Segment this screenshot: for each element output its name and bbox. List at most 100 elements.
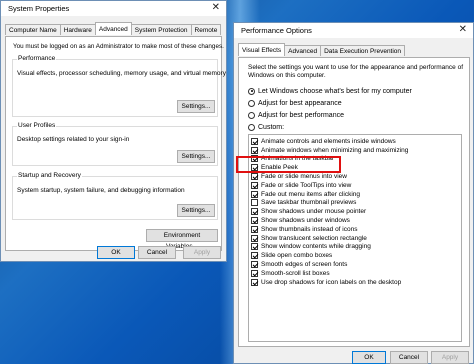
effect-checkbox[interactable] [251,252,258,260]
effect-label: Use drop shadows for icon labels on the … [261,278,402,286]
radio-best-appearance[interactable]: Adjust for best appearance [248,98,342,108]
performance-options-body: Visual Effects Advanced Data Execution P… [234,38,473,364]
effect-checkbox[interactable] [251,269,258,277]
effect-checkbox[interactable] [251,243,258,251]
tab-system-protection[interactable]: System Protection [130,24,192,35]
effect-label: Slide open combo boxes [261,252,333,260]
tab-hardware[interactable]: Hardware [59,24,96,35]
effect-label: Show shadows under mouse pointer [261,208,367,216]
radio-label: Let Windows choose what's best for my co… [258,87,412,95]
effect-item[interactable]: Fade or slide ToolTips into view [251,181,351,190]
radio-label: Adjust for best performance [258,111,344,119]
effect-checkbox[interactable] [251,199,258,207]
effect-label: Smooth edges of screen fonts [261,260,348,268]
effect-label: Fade or slide ToolTips into view [261,181,352,189]
radio-best-performance[interactable]: Adjust for best performance [248,110,344,120]
ok-button[interactable]: OK [352,351,386,364]
cancel-button[interactable]: Cancel [138,246,176,259]
startup-recovery-group-title: Startup and Recovery [17,172,82,179]
radio-custom[interactable]: Custom: [248,122,284,132]
effect-checkbox[interactable] [251,137,258,145]
performance-options-tabs: Visual Effects Advanced Data Execution P… [238,43,406,57]
system-properties-titlebar: System Properties ✕ [1,1,226,16]
effect-label: Smooth-scroll list boxes [261,269,330,277]
user-profiles-group: User Profiles Desktop settings related t… [12,122,218,166]
radio-button[interactable] [248,99,255,107]
performance-desc: Visual effects, processor scheduling, me… [17,70,226,77]
effect-item[interactable]: Animate controls and elements inside win… [251,137,396,146]
effect-checkbox[interactable] [251,172,258,180]
performance-options-titlebar: Performance Options ✕ [234,23,473,38]
intro-line-1: Select the settings you want to use for … [248,64,463,79]
tab-computer-name[interactable]: Computer Name [5,24,61,35]
effect-checkbox[interactable] [251,181,258,189]
window-title: Performance Options [241,26,312,35]
effect-label: Show shadows under windows [261,216,350,224]
system-properties-tabs: Computer Name Hardware Advanced System P… [5,22,222,36]
apply-button[interactable]: Apply [431,351,469,364]
system-properties-body: Computer Name Hardware Advanced System P… [1,16,226,261]
radio-label: Adjust for best appearance [258,99,342,107]
effect-item[interactable]: Fade or slide menus into view [251,172,347,181]
visual-effects-panel: Select the settings you want to use for … [238,57,470,347]
effect-item[interactable]: Show shadows under windows [251,216,350,225]
ok-button[interactable]: OK [97,246,135,259]
effect-item[interactable]: Show shadows under mouse pointer [251,207,366,216]
tab-advanced[interactable]: Advanced [94,22,132,35]
close-icon[interactable]: ✕ [212,2,220,13]
effect-item[interactable]: Smooth edges of screen fonts [251,260,347,269]
effect-checkbox[interactable] [251,190,258,198]
effect-checkbox[interactable] [251,260,258,268]
performance-settings-button[interactable]: Settings... [177,100,215,113]
tab-remote[interactable]: Remote [190,24,222,35]
effect-item[interactable]: Animate windows when minimizing and maxi… [251,146,408,155]
apply-button[interactable]: Apply [183,246,221,259]
effect-checkbox[interactable] [251,234,258,242]
effect-item[interactable]: Fade out menu items after clicking [251,190,360,199]
effect-item[interactable]: Slide open combo boxes [251,251,332,260]
effect-label: Show thumbnails instead of icons [261,225,358,233]
close-icon[interactable]: ✕ [459,24,467,35]
startup-recovery-group: Startup and Recovery System startup, sys… [12,172,218,220]
performance-group: Performance Visual effects, processor sc… [12,55,226,117]
user-profiles-desc: Desktop settings related to your sign-in [17,136,130,143]
window-title: System Properties [8,4,70,13]
effect-item[interactable]: Save taskbar thumbnail previews [251,199,356,208]
effect-item[interactable]: Use drop shadows for icon labels on the … [251,278,401,287]
performance-group-title: Performance [17,55,57,62]
effect-checkbox[interactable] [251,208,258,216]
tab-advanced[interactable]: Advanced [284,45,322,56]
effect-label: Fade out menu items after clicking [261,190,360,198]
radio-button[interactable] [248,87,255,95]
radio-let-windows-choose[interactable]: Let Windows choose what's best for my co… [248,86,412,96]
effect-checkbox[interactable] [251,278,258,286]
user-profiles-settings-button[interactable]: Settings... [177,150,215,163]
admin-note: You must be logged on as an Administrato… [13,43,224,50]
radio-button[interactable] [248,111,255,119]
radio-label: Custom: [258,123,285,131]
startup-recovery-settings-button[interactable]: Settings... [177,204,215,217]
effect-item[interactable]: Show translucent selection rectangle [251,234,367,243]
effect-item[interactable]: Smooth-scroll list boxes [251,269,330,278]
effect-checkbox[interactable] [251,146,258,154]
startup-recovery-desc: System startup, system failure, and debu… [17,187,185,194]
effect-label: Animate windows when minimizing and maxi… [261,146,409,154]
radio-button[interactable] [248,123,255,131]
effect-checkbox[interactable] [251,225,258,233]
advanced-tab-panel: You must be logged on as an Administrato… [5,36,226,251]
effect-item[interactable]: Show window contents while dragging [251,243,371,252]
effect-checkbox[interactable] [251,216,258,224]
effect-label: Animate controls and elements inside win… [261,137,396,145]
tab-visual-effects[interactable]: Visual Effects [238,43,286,56]
tab-data-execution-prevention[interactable]: Data Execution Prevention [320,45,406,56]
environment-variables-button[interactable]: Environment Variables... [146,229,218,250]
effect-label: Show window contents while dragging [261,243,371,251]
effect-label: Save taskbar thumbnail previews [261,199,357,207]
cancel-button[interactable]: Cancel [390,351,428,364]
effect-item[interactable]: Show thumbnails instead of icons [251,225,357,234]
effect-label: Show translucent selection rectangle [261,234,367,242]
performance-options-window: Performance Options ✕ Visual Effects Adv… [233,22,474,364]
effect-label: Fade or slide menus into view [261,172,347,180]
system-properties-window: System Properties ✕ Computer Name Hardwa… [0,0,227,262]
highlight-box [236,156,341,173]
